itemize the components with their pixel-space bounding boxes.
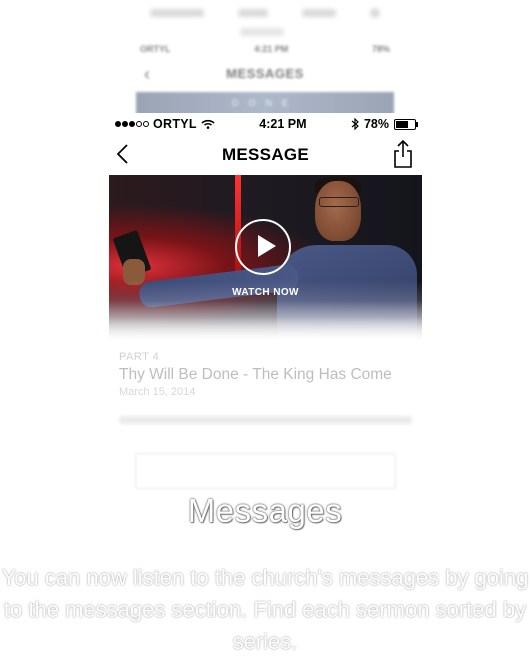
video-bottom-fade	[109, 301, 422, 341]
background-title: MESSAGES	[226, 66, 304, 81]
message-part: PART 4	[119, 351, 160, 363]
blurred-top-row	[150, 6, 380, 20]
message-info: PART 4 Thy Will Be Done - The King Has C…	[109, 341, 422, 398]
wifi-icon	[201, 119, 215, 129]
background-battery: 78%	[371, 44, 390, 54]
blurred-top-label	[240, 28, 284, 36]
background-time: 4:21 PM	[254, 44, 289, 54]
blurred-description-line	[119, 416, 412, 424]
promo-description: You can now listen to the church's messa…	[1, 565, 529, 654]
carrier-name: ORTYL	[153, 117, 197, 131]
background-carrier: ORTYL	[140, 44, 171, 54]
bluetooth-icon	[351, 118, 359, 130]
message-date: March 15, 2014	[119, 386, 196, 398]
background-status-bar: ORTYL 4:21 PM 78%	[140, 42, 390, 56]
blurred-action-box	[135, 453, 396, 489]
signal-strength-icon	[115, 121, 149, 127]
page-title: MESSAGE	[221, 145, 310, 164]
navigation-bar: MESSAGE	[109, 135, 422, 175]
share-icon[interactable]	[392, 139, 414, 169]
battery-percent: 78%	[363, 117, 389, 131]
phone-screen: ORTYL 4:21 PM 78% MESSAGE WATCH NOW PART…	[109, 113, 422, 489]
status-right: 78%	[351, 117, 418, 131]
promo-headline: Messages	[187, 492, 343, 529]
watch-now-label[interactable]: WATCH NOW	[109, 287, 422, 298]
battery-icon	[393, 118, 418, 130]
background-phone-screen: ORTYL 4:21 PM 78% ‹ MESSAGES DONE	[136, 38, 394, 118]
video-player[interactable]: WATCH NOW	[109, 175, 422, 341]
play-button-icon[interactable]	[235, 219, 291, 275]
status-time: 4:21 PM	[259, 117, 307, 131]
message-title: Thy Will Be Done - The King Has Come	[119, 366, 392, 383]
status-bar: ORTYL 4:21 PM 78%	[109, 113, 422, 135]
status-left: ORTYL	[115, 117, 215, 131]
